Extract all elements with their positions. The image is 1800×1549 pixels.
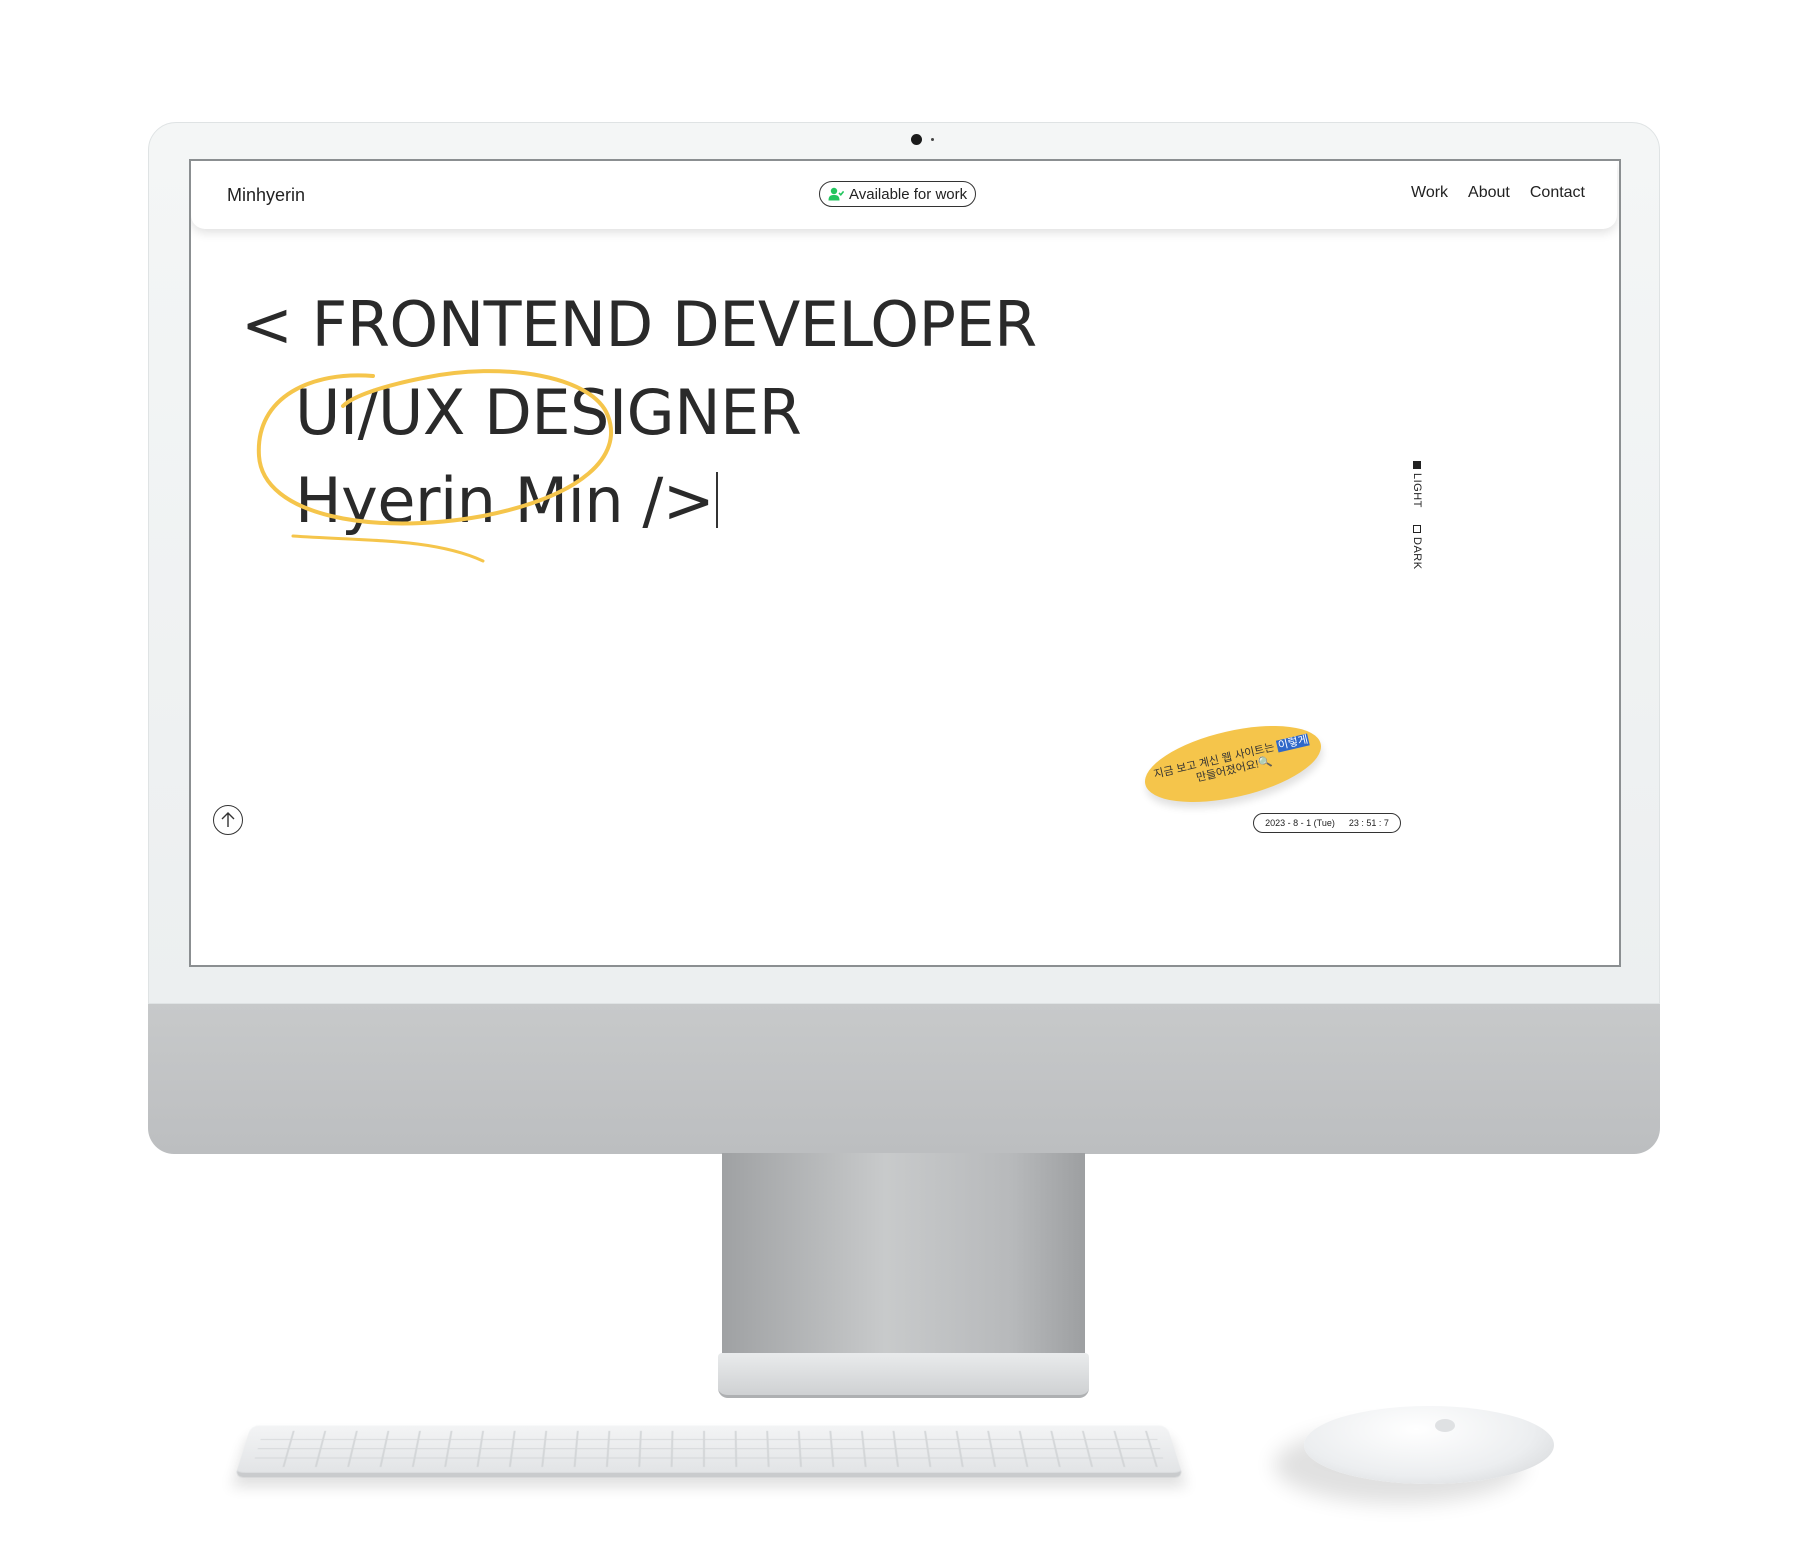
- keyboard-keys: [252, 1430, 1166, 1467]
- mouse: [1304, 1406, 1554, 1484]
- monitor-foot: [718, 1353, 1089, 1398]
- hero-name: Hyerin Min />: [295, 464, 715, 537]
- theme-dark-label: DARK: [1411, 537, 1423, 570]
- sticker-highlight: 이렇게: [1275, 733, 1311, 753]
- theme-light-option[interactable]: LIGHT: [1411, 461, 1423, 508]
- camera-icon: [911, 134, 922, 145]
- hero-heading: < FRONTEND DEVELOPER UI/UX DESIGNER Hyer…: [241, 281, 1037, 545]
- scroll-top-button[interactable]: [213, 805, 243, 835]
- keyboard: [234, 1425, 1184, 1478]
- main-nav: Work About Contact: [1411, 184, 1585, 202]
- hero-line-1: < FRONTEND DEVELOPER: [241, 288, 1037, 361]
- typing-caret: [716, 472, 719, 528]
- screen: Minhyerin Available for work Work About …: [189, 159, 1621, 967]
- monitor-chin: [148, 1004, 1660, 1154]
- date-time-display: 2023 - 8 - 1 (Tue) 23 : 51 : 7: [1253, 813, 1401, 833]
- monitor-stand: [722, 1153, 1085, 1353]
- imac-mockup: Minhyerin Available for work Work About …: [148, 122, 1660, 1154]
- time-text: 23 : 51 : 7: [1348, 818, 1389, 828]
- unchecked-square-icon: [1413, 525, 1421, 533]
- arrow-up-icon: [221, 812, 235, 827]
- date-text: 2023 - 8 - 1 (Tue): [1265, 818, 1335, 828]
- site-header: Minhyerin Available for work Work About …: [191, 161, 1617, 229]
- theme-toggle: LIGHT DARK: [1409, 461, 1429, 581]
- nav-about[interactable]: About: [1468, 184, 1510, 202]
- theme-dark-option[interactable]: DARK: [1411, 525, 1423, 570]
- magnifier-icon: 🔍: [1257, 755, 1274, 771]
- nav-contact[interactable]: Contact: [1530, 184, 1585, 202]
- availability-text: Available for work: [849, 185, 968, 203]
- camera-sensor: [931, 138, 934, 141]
- hero-line-2: UI/UX DESIGNER: [295, 376, 802, 449]
- checked-square-icon: [1413, 461, 1421, 469]
- info-sticker[interactable]: 지금 보고 계신 웹 사이트는 이렇게 만들어졌어요!🔍: [1137, 711, 1329, 817]
- availability-badge: Available for work: [819, 181, 977, 207]
- monitor-bezel: Minhyerin Available for work Work About …: [148, 122, 1660, 1004]
- brand-logo[interactable]: Minhyerin: [227, 185, 305, 206]
- person-check-icon: [828, 187, 844, 201]
- apple-logo-icon: [1435, 1419, 1455, 1432]
- hero-line-3: Hyerin Min />: [241, 457, 1037, 545]
- nav-work[interactable]: Work: [1411, 184, 1448, 202]
- theme-light-label: LIGHT: [1411, 473, 1423, 508]
